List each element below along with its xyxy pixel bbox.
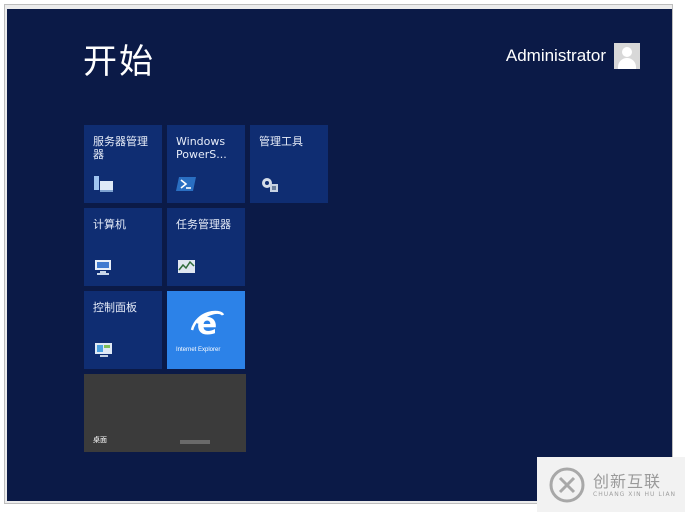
tile-label: 服务器管理器 — [93, 135, 148, 161]
tile-control-panel[interactable]: 控制面板 — [84, 291, 162, 369]
internet-explorer-icon: e — [190, 307, 225, 342]
tile-task-manager[interactable]: 任务管理器 — [167, 208, 245, 286]
server-manager-icon — [94, 176, 113, 192]
task-manager-icon — [178, 260, 195, 273]
tile-admin-tools[interactable]: 管理工具 — [250, 125, 328, 203]
brand-logo-icon — [549, 467, 585, 503]
desktop-taskbar-icon — [180, 440, 210, 444]
user-name: Administrator — [505, 46, 606, 65]
tile-label: 控制面板 — [93, 301, 137, 314]
tile-label: 管理工具 — [259, 135, 303, 148]
tile-label: Windows PowerS... — [176, 135, 227, 161]
tile-label: 计算机 — [93, 218, 126, 231]
svg-text:e: e — [197, 307, 217, 342]
admin-tools-icon — [262, 178, 278, 192]
watermark-brand: 创新互联 — [593, 472, 662, 491]
powershell-icon — [176, 177, 196, 191]
user-account[interactable]: Administrator — [506, 41, 640, 71]
tile-label: Internet Explorer — [176, 347, 221, 353]
tile-internet-explorer[interactable]: e Internet Explorer — [167, 291, 245, 369]
tile-label: 任务管理器 — [176, 218, 231, 231]
control-panel-icon — [95, 343, 112, 357]
computer-icon — [95, 260, 111, 275]
start-screen: 开始 Administrator 服务器管理器 Windows PowerS..… — [7, 9, 672, 501]
tile-server-manager[interactable]: 服务器管理器 — [84, 125, 162, 203]
start-title: 开始 — [83, 42, 155, 82]
watermark: 创新互联 CHUANG XIN HU LIAN — [537, 457, 685, 512]
tile-label: 桌面 — [93, 436, 107, 444]
tile-desktop[interactable]: 桌面 — [84, 374, 246, 452]
tile-computer[interactable]: 计算机 — [84, 208, 162, 286]
tile-powershell[interactable]: Windows PowerS... — [167, 125, 245, 203]
watermark-sub: CHUANG XIN HU LIAN — [593, 491, 677, 498]
user-avatar-icon — [614, 43, 640, 69]
